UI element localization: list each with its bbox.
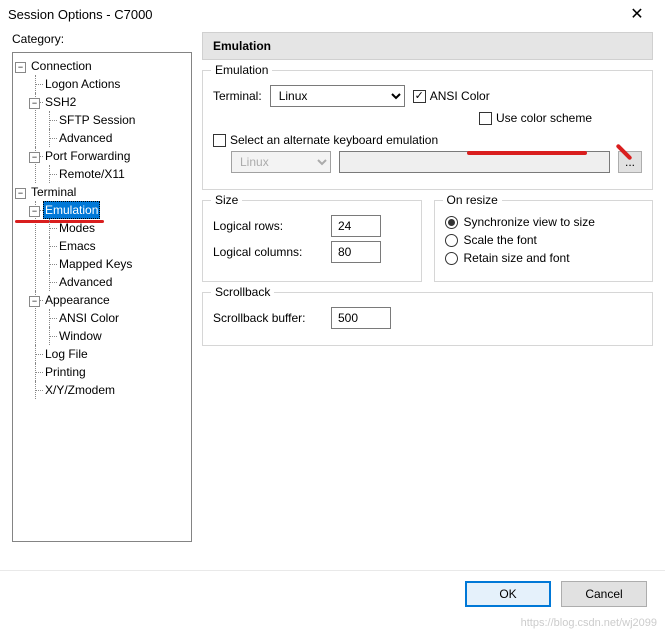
cols-input[interactable] xyxy=(331,241,381,263)
tree-ssh2[interactable]: −SSH2 SFTP Session Advanced xyxy=(29,93,189,147)
scrollback-input[interactable] xyxy=(331,307,391,329)
watermark: https://blog.csdn.net/wj2099 xyxy=(521,617,657,629)
tree-appearance[interactable]: −Appearance ANSI Color Window xyxy=(29,291,189,345)
tree-ansi-color[interactable]: ANSI Color xyxy=(43,309,189,327)
tree-port-forwarding[interactable]: −Port Forwarding Remote/X11 xyxy=(29,147,189,183)
tree-log-file[interactable]: Log File xyxy=(29,345,189,363)
check-icon xyxy=(479,112,492,125)
annotation-mark xyxy=(467,151,587,155)
tree-logon-actions[interactable]: Logon Actions xyxy=(29,75,189,93)
cols-label: Logical columns: xyxy=(213,245,323,259)
collapse-icon[interactable]: − xyxy=(15,62,26,73)
titlebar: Session Options - C7000 ✕ xyxy=(0,0,665,28)
collapse-icon[interactable]: − xyxy=(29,206,40,217)
collapse-icon[interactable]: − xyxy=(29,152,40,163)
panel-header: Emulation xyxy=(202,32,653,60)
resize-retain-radio[interactable]: Retain size and font xyxy=(445,251,643,265)
tree-xyzmodem[interactable]: X/Y/Zmodem xyxy=(29,381,189,399)
use-color-scheme-checkbox[interactable]: Use color scheme xyxy=(479,111,592,125)
ansi-color-checkbox[interactable]: ✓ ANSI Color xyxy=(413,89,490,103)
size-legend: Size xyxy=(211,193,242,207)
emulation-legend: Emulation xyxy=(211,63,272,77)
scrollback-label: Scrollback buffer: xyxy=(213,311,323,325)
left-pane: Category: −Connection Logon Actions −SSH… xyxy=(12,32,192,558)
tree-advanced[interactable]: Advanced xyxy=(43,129,189,147)
window-title: Session Options - C7000 xyxy=(8,7,153,22)
alt-keyboard-select: Linux xyxy=(231,151,331,173)
resize-sync-radio[interactable]: Synchronize view to size xyxy=(445,215,643,229)
rows-input[interactable] xyxy=(331,215,381,237)
tree-modes[interactable]: Modes xyxy=(43,219,189,237)
category-tree[interactable]: −Connection Logon Actions −SSH2 SFTP Ses… xyxy=(12,52,192,542)
collapse-icon[interactable]: − xyxy=(29,296,40,307)
check-icon: ✓ xyxy=(413,90,426,103)
close-icon[interactable]: ✕ xyxy=(617,4,657,24)
scrollback-legend: Scrollback xyxy=(211,285,274,299)
terminal-label: Terminal: xyxy=(213,89,262,103)
category-label: Category: xyxy=(12,32,192,46)
tree-mapped-keys[interactable]: Mapped Keys xyxy=(43,255,189,273)
tree-sftp-session[interactable]: SFTP Session xyxy=(43,111,189,129)
tree-window[interactable]: Window xyxy=(43,327,189,345)
tree-terminal[interactable]: −Terminal −Emulation Modes Emacs Mapped … xyxy=(15,183,189,399)
terminal-select[interactable]: Linux xyxy=(270,85,405,107)
emulation-group: Emulation Terminal: Linux ✓ ANSI Color U… xyxy=(202,70,653,190)
resize-legend: On resize xyxy=(443,193,502,207)
right-pane: Emulation Emulation Terminal: Linux ✓ AN… xyxy=(192,32,653,558)
alt-keyboard-checkbox[interactable]: Select an alternate keyboard emulation xyxy=(213,133,438,147)
tree-connection[interactable]: −Connection Logon Actions −SSH2 SFTP Ses… xyxy=(15,57,189,183)
rows-label: Logical rows: xyxy=(213,219,323,233)
ok-button[interactable]: OK xyxy=(465,581,551,607)
resize-group: On resize Synchronize view to size Scale… xyxy=(434,200,654,282)
tree-advanced[interactable]: Advanced xyxy=(43,273,189,291)
tree-remote-x11[interactable]: Remote/X11 xyxy=(43,165,189,183)
footer: OK Cancel xyxy=(0,570,665,617)
tree-printing[interactable]: Printing xyxy=(29,363,189,381)
scrollback-group: Scrollback Scrollback buffer: xyxy=(202,292,653,346)
size-group: Size Logical rows: Logical columns: xyxy=(202,200,422,282)
tree-emulation[interactable]: −Emulation Modes Emacs Mapped Keys Advan… xyxy=(29,201,189,291)
collapse-icon[interactable]: − xyxy=(15,188,26,199)
content: Category: −Connection Logon Actions −SSH… xyxy=(0,28,665,558)
tree-emacs[interactable]: Emacs xyxy=(43,237,189,255)
collapse-icon[interactable]: − xyxy=(29,98,40,109)
resize-scale-radio[interactable]: Scale the font xyxy=(445,233,643,247)
check-icon xyxy=(213,134,226,147)
cancel-button[interactable]: Cancel xyxy=(561,581,647,607)
